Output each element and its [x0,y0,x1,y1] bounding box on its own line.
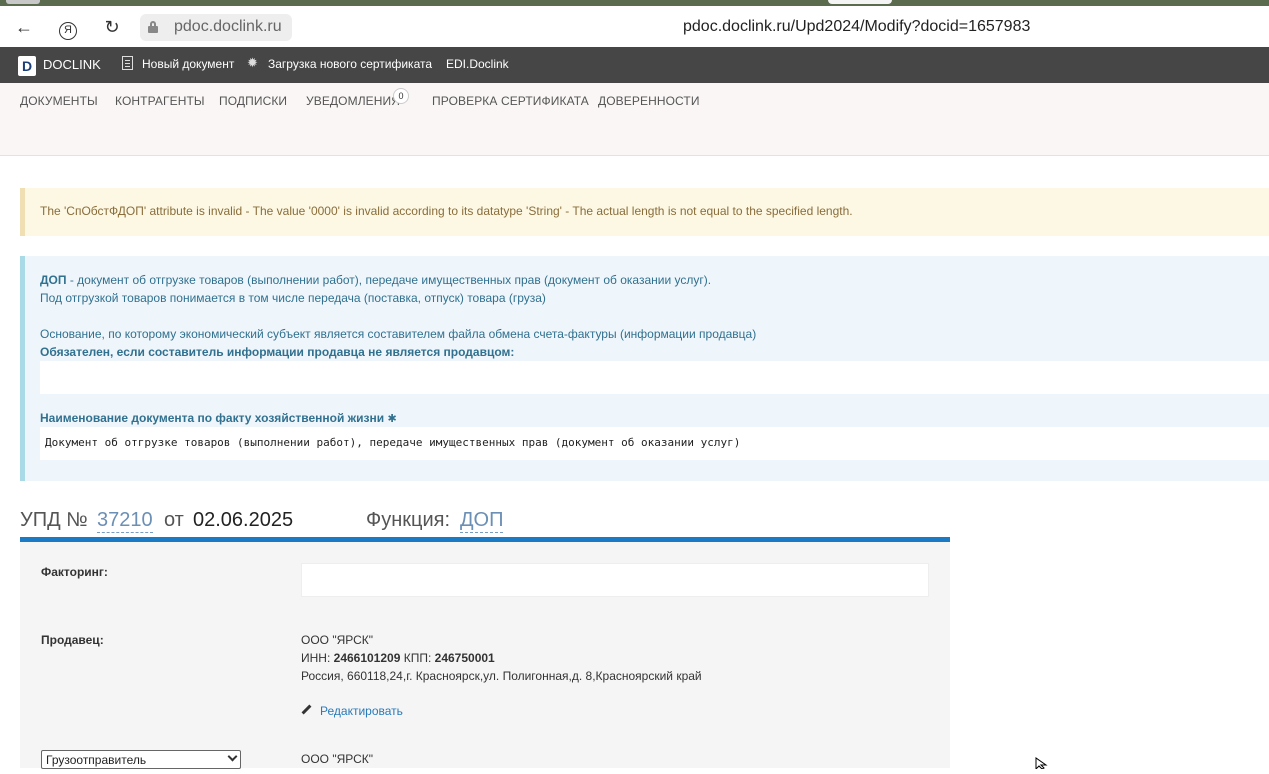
upload-certificate-link[interactable]: Загрузка нового сертификата [268,57,432,71]
basis-input[interactable] [40,361,1269,394]
factoring-label: Факторинг: [41,565,108,579]
factoring-input[interactable] [301,563,929,597]
seller-name: ООО "ЯРСК" [301,633,374,647]
basis-description: Основание, по которому экономический суб… [40,327,757,341]
notifications-count-badge: 0 [393,88,409,104]
inn-value: 2466101209 [333,651,401,665]
app-navbar: D DOCLINK Новый документ ✹ Загрузка ново… [0,47,1269,83]
function-value[interactable]: ДОП [460,509,504,533]
mouse-cursor-icon [1035,756,1049,771]
edit-seller-link[interactable]: Редактировать [320,704,403,718]
form-panel: Факторинг: Продавец: ООО "ЯРСК" ИНН: 246… [20,542,950,769]
shipper-select[interactable]: Грузоотправитель [41,750,241,769]
tab-powers-of-attorney[interactable]: ДОВЕРЕННОСТИ [598,94,700,108]
doc-name-value: Документ об отгрузке товаров (выполнении… [45,436,741,449]
doc-name-label: Наименование документа по факту хозяйств… [40,411,397,425]
yandex-icon[interactable]: Я [56,16,80,40]
kpp-label: КПП: [403,651,432,665]
document-icon [122,56,133,70]
doc-name-input[interactable]: Документ об отгрузке товаров (выполнении… [40,427,1269,460]
validation-error-alert: The 'СпОбстФДОП' attribute is invalid - … [20,188,1269,236]
document-date[interactable]: 02.06.2025 [193,509,293,532]
browser-tab-active[interactable] [828,0,892,4]
dop-text: - документ об отгрузке товаров (выполнен… [66,273,712,287]
alert-message: The 'СпОбстФДОП' attribute is invalid - … [40,204,853,218]
gear-icon: ✹ [247,55,258,70]
url-pill[interactable]: pdoc.doclink.ru [140,14,292,41]
browser-tab[interactable] [6,0,40,4]
tab-subscriptions[interactable]: ПОДПИСКИ [219,94,287,108]
yandex-glyph: Я [59,22,77,40]
back-arrow-icon[interactable]: ← [12,16,36,38]
browser-address-bar: ← Я ↻ pdoc.doclink.ru pdoc.doclink.ru/Up… [0,6,1269,47]
sub-navigation: ДОКУМЕНТЫ КОНТРАГЕНТЫ ПОДПИСКИ УВЕДОМЛЕН… [0,83,1269,156]
reload-icon[interactable]: ↻ [100,16,124,38]
edi-doclink-link[interactable]: EDI.Doclink [446,57,509,71]
lock-icon [148,21,158,33]
chevron-down-icon [227,751,238,762]
kpp-value: 246750001 [434,651,495,665]
document-number[interactable]: 37210 [97,509,153,533]
seller-label: Продавец: [41,633,104,647]
doclink-logo-icon[interactable]: D [18,56,36,76]
tab-counterparties[interactable]: КОНТРАГЕНТЫ [115,94,205,108]
dop-description: ДОП - документ об отгрузке товаров (выпо… [40,273,711,287]
shipment-note: Под отгрузкой товаров понимается в том ч… [40,291,546,305]
seller-address: Россия, 660118,24,г. Красноярск,ул. Поли… [301,669,702,683]
required-star-icon: ✱ [387,413,397,425]
inn-label: ИНН: [301,651,331,665]
tab-documents[interactable]: ДОКУМЕНТЫ [20,94,98,108]
upd-label: УПД № [20,509,88,531]
seller-ids: ИНН: 2466101209 КПП: 246750001 [301,651,495,665]
shipper-name: ООО "ЯРСК" [301,752,374,766]
url-full[interactable]: pdoc.doclink.ru/Upd2024/Modify?docid=165… [683,18,1030,36]
doc-name-label-text: Наименование документа по факту хозяйств… [40,411,385,425]
new-document-link[interactable]: Новый документ [142,57,234,71]
tab-notifications[interactable]: УВЕДОМЛЕНИЯ [306,94,400,108]
pencil-icon [301,705,311,715]
from-label: от [164,509,184,531]
info-panel: ДОП - документ об отгрузке товаров (выпо… [20,256,1269,481]
dop-abbr: ДОП [40,273,67,287]
function-label: Функция: [366,509,451,531]
required-note: Обязателен, если составитель информации … [40,345,515,359]
shipper-select-value: Грузоотправитель [46,753,147,767]
brand-link[interactable]: DOCLINK [43,57,101,72]
tab-certificate-check[interactable]: ПРОВЕРКА СЕРТИФИКАТА [432,94,589,108]
url-domain: pdoc.doclink.ru [174,18,282,35]
